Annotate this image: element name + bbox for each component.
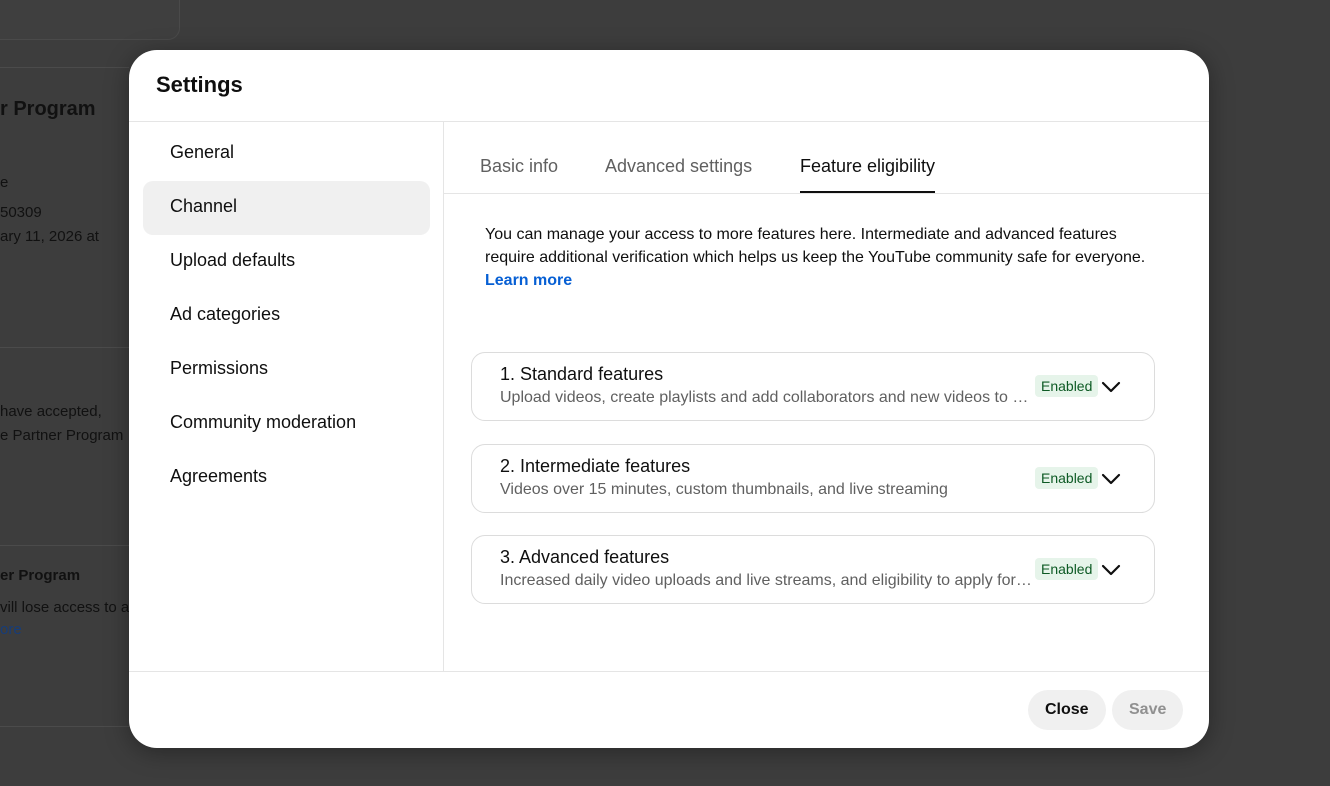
- background-text: ary 11, 2026 at: [0, 228, 99, 245]
- intro-text: You can manage your access to more featu…: [485, 226, 1146, 266]
- sidebar-item-agreements[interactable]: Agreements: [143, 451, 430, 505]
- settings-dialog: Settings General Channel Upload defaults…: [129, 50, 1209, 748]
- background-divider: [0, 347, 129, 348]
- dialog-title: Settings: [156, 72, 243, 97]
- tab-label: Feature eligibility: [800, 156, 936, 176]
- feature-card-intermediate[interactable]: 2. Intermediate features Videos over 15 …: [471, 444, 1155, 513]
- learn-more-link[interactable]: Learn more: [485, 272, 572, 289]
- dialog-footer: Close Save: [129, 671, 1209, 748]
- background-divider: [0, 726, 129, 727]
- feature-card-standard[interactable]: 1. Standard features Upload videos, crea…: [471, 352, 1155, 421]
- background-text: vill lose access to a: [0, 599, 130, 616]
- dialog-header: Settings: [129, 50, 1209, 122]
- background-divider: [0, 67, 129, 68]
- sidebar-item-ad-categories[interactable]: Ad categories: [143, 289, 430, 343]
- sidebar-item-label: Agreements: [170, 466, 268, 486]
- feature-description: Upload videos, create playlists and add …: [500, 389, 1035, 406]
- background-section-title: er Program: [0, 567, 81, 584]
- background-text: e Partner Program: [0, 427, 124, 444]
- tab-feature-eligibility[interactable]: Feature eligibility: [800, 156, 936, 193]
- background-text: have accepted,: [0, 403, 102, 420]
- save-button[interactable]: Save: [1112, 690, 1184, 730]
- tab-basic-info[interactable]: Basic info: [480, 156, 558, 193]
- feature-title: 3. Advanced features: [500, 547, 670, 567]
- settings-sidebar: General Channel Upload defaults Ad categ…: [129, 122, 444, 671]
- settings-content: Basic info Advanced settings Feature eli…: [444, 122, 1209, 671]
- sidebar-item-permissions[interactable]: Permissions: [143, 343, 430, 397]
- sidebar-item-label: General: [170, 142, 235, 162]
- feature-title: 2. Intermediate features: [500, 456, 691, 476]
- tab-label: Basic info: [480, 156, 559, 176]
- status-badge: Enabled: [1035, 558, 1099, 580]
- chevron-down-icon[interactable]: [1100, 560, 1122, 580]
- background-text: e: [0, 174, 9, 191]
- sidebar-item-label: Ad categories: [170, 304, 281, 324]
- close-button[interactable]: Close: [1028, 690, 1106, 730]
- sidebar-item-community-moderation[interactable]: Community moderation: [143, 397, 430, 451]
- feature-card-advanced[interactable]: 3. Advanced features Increased daily vid…: [471, 535, 1155, 604]
- tab-label: Advanced settings: [605, 156, 753, 176]
- feature-title: 1. Standard features: [500, 364, 664, 384]
- sidebar-item-channel[interactable]: Channel: [143, 181, 430, 235]
- background-card: [0, 0, 180, 40]
- background-text: 50309: [0, 204, 42, 221]
- active-tab-indicator: [800, 191, 936, 193]
- sidebar-item-label: Community moderation: [170, 412, 357, 432]
- feature-eligibility-intro: You can manage your access to more featu…: [485, 223, 1165, 292]
- chevron-down-icon[interactable]: [1100, 469, 1122, 489]
- tab-bar: Basic info Advanced settings Feature eli…: [444, 122, 1209, 194]
- background-learn-more-link: ore: [0, 621, 22, 638]
- status-badge: Enabled: [1035, 375, 1099, 397]
- background-program-title: r Program: [0, 98, 96, 120]
- background-divider: [0, 545, 129, 546]
- sidebar-item-label: Upload defaults: [170, 250, 296, 270]
- feature-description: Increased daily video uploads and live s…: [500, 572, 1035, 589]
- sidebar-item-upload-defaults[interactable]: Upload defaults: [143, 235, 430, 289]
- status-badge: Enabled: [1035, 467, 1099, 489]
- feature-description: Videos over 15 minutes, custom thumbnail…: [500, 481, 948, 498]
- chevron-down-icon[interactable]: [1100, 377, 1122, 397]
- sidebar-item-label: Permissions: [170, 358, 269, 378]
- tab-advanced-settings[interactable]: Advanced settings: [605, 156, 752, 193]
- sidebar-item-label: Channel: [170, 196, 238, 216]
- sidebar-item-general[interactable]: General: [143, 127, 430, 181]
